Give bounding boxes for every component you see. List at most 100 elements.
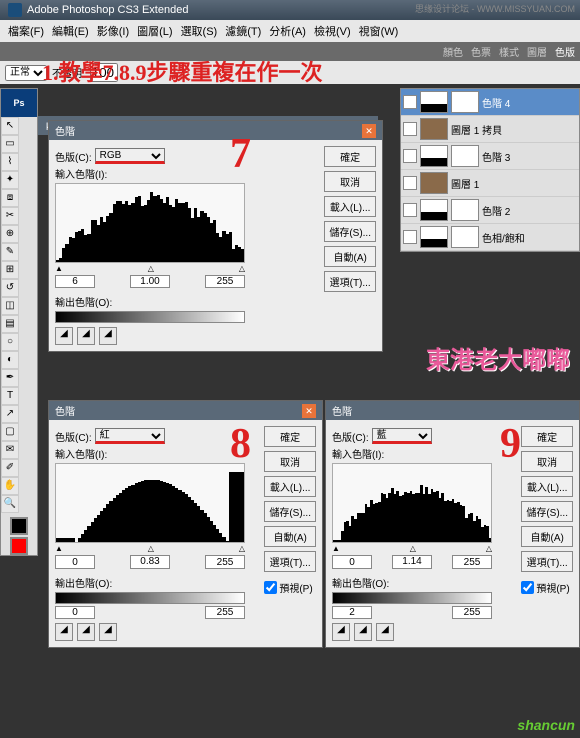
preview-checkbox[interactable] xyxy=(264,581,277,594)
eyedrop-black-icon[interactable]: ◢ xyxy=(332,623,350,641)
input-shadow[interactable] xyxy=(332,555,372,569)
lasso-tool[interactable]: ⌇ xyxy=(1,153,19,171)
cancel-button[interactable]: 取消 xyxy=(521,451,573,472)
ok-button[interactable]: 確定 xyxy=(324,146,376,167)
channel-select[interactable]: RGB xyxy=(95,148,165,164)
visibility-icon[interactable] xyxy=(403,95,417,109)
load-button[interactable]: 載入(L)... xyxy=(521,476,573,497)
ok-button[interactable]: 確定 xyxy=(264,426,316,447)
blend-mode-select[interactable]: 正常 xyxy=(5,65,47,81)
slice-tool[interactable]: ✂ xyxy=(1,207,19,225)
pen-tool[interactable]: ✒ xyxy=(1,369,19,387)
history-brush-tool[interactable]: ↺ xyxy=(1,279,19,297)
layer-row-copy[interactable]: 圖層 1 拷貝 xyxy=(401,116,579,143)
load-button[interactable]: 載入(L)... xyxy=(264,476,316,497)
auto-button[interactable]: 自動(A) xyxy=(324,246,376,267)
tab-color[interactable]: 顏色 xyxy=(443,44,463,59)
menu-file[interactable]: 檔案(F) xyxy=(5,22,47,40)
blur-tool[interactable]: ○ xyxy=(1,333,19,351)
brush-tool[interactable]: ✎ xyxy=(1,243,19,261)
heal-tool[interactable]: ⊕ xyxy=(1,225,19,243)
close-icon[interactable]: ✕ xyxy=(302,404,316,418)
menu-view[interactable]: 檢視(V) xyxy=(311,22,354,40)
shape-tool[interactable]: ▢ xyxy=(1,423,19,441)
dialog-titlebar[interactable]: 色階 ✕ xyxy=(49,121,382,140)
input-midtone[interactable] xyxy=(392,555,432,569)
tab-swatches[interactable]: 色票 xyxy=(471,44,491,59)
menu-window[interactable]: 視窗(W) xyxy=(356,22,402,40)
dialog-titlebar[interactable]: 色階 ✕ xyxy=(49,401,322,420)
save-button[interactable]: 儲存(S)... xyxy=(324,221,376,242)
ok-button[interactable]: 確定 xyxy=(521,426,573,447)
cancel-button[interactable]: 取消 xyxy=(324,171,376,192)
hand-tool[interactable]: ✋ xyxy=(1,477,19,495)
options-button[interactable]: 選項(T)... xyxy=(521,551,573,572)
visibility-icon[interactable] xyxy=(403,176,417,190)
save-button[interactable]: 儲存(S)... xyxy=(521,501,573,522)
eyedrop-black-icon[interactable]: ◢ xyxy=(55,327,73,345)
menu-edit[interactable]: 編輯(E) xyxy=(49,22,92,40)
layer-row-levels3[interactable]: 色階 3 xyxy=(401,143,579,170)
cancel-button[interactable]: 取消 xyxy=(264,451,316,472)
preview-checkbox[interactable] xyxy=(521,581,534,594)
tab-layers[interactable]: 圖層 xyxy=(527,44,547,59)
marquee-tool[interactable]: ▭ xyxy=(1,135,19,153)
input-highlight[interactable] xyxy=(205,275,245,288)
output-highlight[interactable] xyxy=(452,606,492,619)
bg-color-swatch[interactable] xyxy=(10,537,28,555)
output-gradient[interactable] xyxy=(55,311,245,323)
layer-row-levels2[interactable]: 色階 2 xyxy=(401,197,579,224)
visibility-icon[interactable] xyxy=(403,203,417,217)
tab-channels[interactable]: 色版 xyxy=(555,44,575,59)
eyedrop-white-icon[interactable]: ◢ xyxy=(99,623,117,641)
input-midtone[interactable] xyxy=(130,555,170,569)
eyedrop-gray-icon[interactable]: ◢ xyxy=(77,327,95,345)
output-shadow[interactable] xyxy=(332,606,372,619)
save-button[interactable]: 儲存(S)... xyxy=(264,501,316,522)
menu-analysis[interactable]: 分析(A) xyxy=(266,22,309,40)
input-highlight[interactable] xyxy=(452,555,492,569)
layer-row-layer1[interactable]: 圖層 1 xyxy=(401,170,579,197)
options-button[interactable]: 選項(T)... xyxy=(324,271,376,292)
layer-row-huesat[interactable]: 色相/飽和 xyxy=(401,224,579,251)
dialog-titlebar[interactable]: 色階 xyxy=(326,401,579,420)
input-shadow[interactable] xyxy=(55,555,95,569)
gradient-tool[interactable]: ▤ xyxy=(1,315,19,333)
load-button[interactable]: 載入(L)... xyxy=(324,196,376,217)
output-shadow[interactable] xyxy=(55,606,95,619)
visibility-icon[interactable] xyxy=(403,230,417,244)
auto-button[interactable]: 自動(A) xyxy=(264,526,316,547)
input-midtone[interactable] xyxy=(130,275,170,288)
output-gradient[interactable] xyxy=(55,592,245,604)
tab-styles[interactable]: 樣式 xyxy=(499,44,519,59)
input-highlight[interactable] xyxy=(205,555,245,569)
dodge-tool[interactable]: ◐ xyxy=(1,351,19,369)
wand-tool[interactable]: ✦ xyxy=(1,171,19,189)
type-tool[interactable]: T xyxy=(1,387,19,405)
auto-button[interactable]: 自動(A) xyxy=(521,526,573,547)
move-tool[interactable]: ↖ xyxy=(1,117,19,135)
crop-tool[interactable]: ⧈ xyxy=(1,189,19,207)
eyedrop-tool[interactable]: ✐ xyxy=(1,459,19,477)
eyedrop-gray-icon[interactable]: ◢ xyxy=(77,623,95,641)
channel-select[interactable]: 藍 xyxy=(372,428,432,444)
menu-filter[interactable]: 濾鏡(T) xyxy=(222,22,264,40)
visibility-icon[interactable] xyxy=(403,149,417,163)
eyedrop-white-icon[interactable]: ◢ xyxy=(99,327,117,345)
options-button[interactable]: 選項(T)... xyxy=(264,551,316,572)
zoom-tool[interactable]: 🔍 xyxy=(1,495,19,513)
menu-layer[interactable]: 圖層(L) xyxy=(134,22,175,40)
path-tool[interactable]: ↗ xyxy=(1,405,19,423)
close-icon[interactable]: ✕ xyxy=(362,124,376,138)
output-gradient[interactable] xyxy=(332,592,492,604)
notes-tool[interactable]: ✉ xyxy=(1,441,19,459)
eyedrop-gray-icon[interactable]: ◢ xyxy=(354,623,372,641)
eyedrop-black-icon[interactable]: ◢ xyxy=(55,623,73,641)
menu-image[interactable]: 影像(I) xyxy=(94,22,132,40)
eraser-tool[interactable]: ◫ xyxy=(1,297,19,315)
output-highlight[interactable] xyxy=(205,606,245,619)
opacity-field[interactable] xyxy=(90,63,118,82)
visibility-icon[interactable] xyxy=(403,122,417,136)
eyedrop-white-icon[interactable]: ◢ xyxy=(376,623,394,641)
stamp-tool[interactable]: ⊞ xyxy=(1,261,19,279)
